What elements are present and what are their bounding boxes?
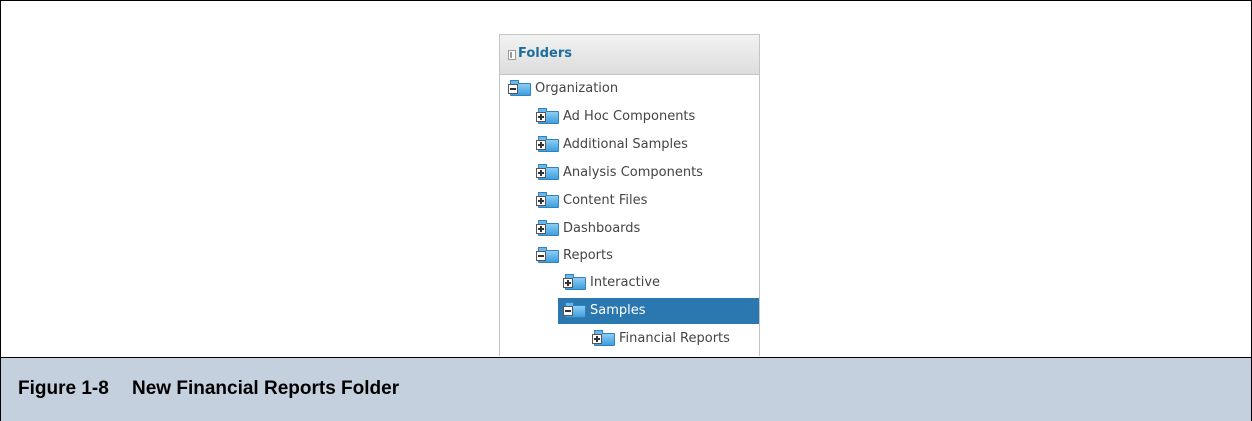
tree-node-additional-samples[interactable]: Additional Samples	[536, 132, 751, 158]
tree-node-label: Content Files	[563, 193, 648, 208]
tree-node-content-files[interactable]: Content Files	[536, 188, 751, 214]
tree-node-label: Organization	[535, 81, 619, 96]
folders-panel-header: Folders	[500, 35, 759, 75]
figure-frame: Folders Organization Ad Hoc Components A…	[0, 0, 1252, 421]
tree-node-label: Interactive	[590, 275, 661, 290]
tree-node-ad-hoc-components[interactable]: Ad Hoc Components	[536, 104, 751, 130]
expand-toggle-icon[interactable]	[592, 334, 602, 344]
figure-number: Figure 1-8	[18, 378, 109, 399]
tree-node-organization[interactable]: Organization	[508, 76, 748, 102]
collapse-toggle-icon[interactable]	[536, 251, 546, 261]
expand-toggle-icon[interactable]	[536, 112, 546, 122]
tree-node-label: Reports	[563, 248, 613, 263]
tree-node-analysis-components[interactable]: Analysis Components	[536, 160, 751, 186]
expand-toggle-icon[interactable]	[563, 278, 573, 288]
tree-node-label: Dashboards	[563, 221, 641, 236]
tree-node-interactive[interactable]: Interactive	[563, 270, 753, 296]
tree-node-dashboards[interactable]: Dashboards	[536, 216, 751, 242]
tree-node-reports[interactable]: Reports	[536, 243, 751, 269]
folders-panel: Folders Organization Ad Hoc Components A…	[499, 34, 760, 356]
expand-toggle-icon[interactable]	[536, 168, 546, 178]
expand-toggle-icon[interactable]	[536, 224, 546, 234]
tree-node-label: Ad Hoc Components	[563, 109, 696, 124]
expand-toggle-icon[interactable]	[536, 196, 546, 206]
tree-node-label: Financial Reports	[619, 331, 730, 346]
figure-title: New Financial Reports Folder	[132, 378, 400, 399]
collapse-toggle-icon[interactable]	[508, 84, 518, 94]
tree-node-label: Samples	[590, 303, 646, 318]
collapse-toggle-icon[interactable]	[563, 306, 573, 316]
panel-title: Folders	[518, 46, 573, 61]
tree-node-samples[interactable]: Samples	[558, 298, 759, 324]
tree-node-financial-reports[interactable]: Financial Reports	[592, 326, 759, 352]
panel-collapse-icon[interactable]	[508, 50, 516, 60]
tree-node-label: Analysis Components	[563, 165, 703, 180]
expand-toggle-icon[interactable]	[536, 140, 546, 150]
figure-caption: Figure 1-8 New Financial Reports Folder	[1, 357, 1251, 421]
tree-node-label: Additional Samples	[563, 137, 688, 152]
